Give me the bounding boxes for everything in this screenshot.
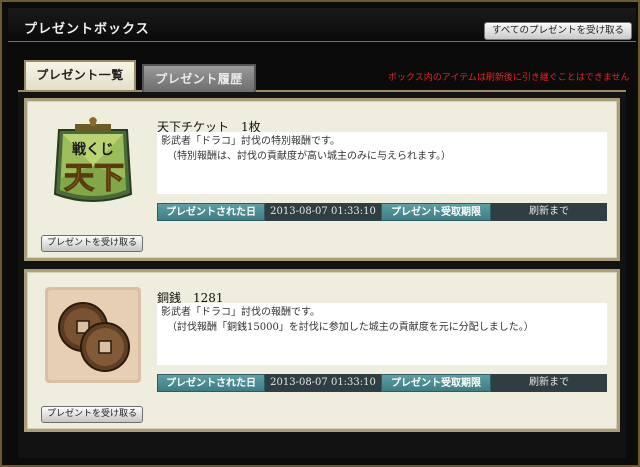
receive-all-button[interactable]: すべてのプレゼントを受け取る bbox=[484, 22, 632, 40]
tab-present-list[interactable]: プレゼント一覧 bbox=[24, 60, 136, 90]
header-bar: プレゼントボックス すべてのプレゼントを受け取る bbox=[8, 8, 636, 42]
present-card: 戦くじ 天下 天下チケット 1枚 影武者「ドラコ」討伐の特別報酬です。 （特別報… bbox=[24, 98, 620, 261]
sent-date-label: プレゼントされた日 bbox=[157, 203, 265, 221]
deadline-value: 刷新まで bbox=[491, 374, 607, 392]
present-card: 銅銭 1281 影武者「ドラコ」討伐の報酬です。 （討伐報酬「銅銭15000」を… bbox=[24, 269, 620, 432]
present-info-row: プレゼントされた日 2013-08-07 01:33:10 プレゼント受取期限 … bbox=[157, 374, 607, 392]
description-line: 影武者「ドラコ」討伐の特別報酬です。 bbox=[161, 136, 340, 147]
ticket-label-top: 戦くじ bbox=[72, 141, 114, 158]
item-description: 影武者「ドラコ」討伐の報酬です。 （討伐報酬「銅銭15000」を討伐に参加した城… bbox=[157, 303, 607, 365]
sent-date-value: 2013-08-07 01:33:10 bbox=[265, 374, 381, 392]
receive-present-button[interactable]: プレゼントを受け取る bbox=[41, 235, 143, 252]
copper-coins-icon bbox=[45, 287, 141, 383]
ticket-label-big: 天下 bbox=[64, 161, 124, 196]
deadline-label: プレゼント受取期限 bbox=[381, 203, 491, 221]
description-line: （討伐報酬「銅銭15000」を討伐に参加した城主の貢献度を元に分配しました。） bbox=[167, 322, 534, 333]
tab-present-history[interactable]: プレゼント履歴 bbox=[142, 64, 256, 92]
deadline-value: 刷新まで bbox=[491, 203, 607, 221]
description-line: 影武者「ドラコ」討伐の報酬です。 bbox=[161, 307, 320, 318]
item-description: 影武者「ドラコ」討伐の特別報酬です。 （特別報酬は、討伐の貢献度が高い城主のみに… bbox=[157, 132, 607, 194]
receive-present-button[interactable]: プレゼントを受け取る bbox=[41, 406, 143, 423]
present-box-window: プレゼントボックス すべてのプレゼントを受け取る プレゼント一覧 プレゼント履歴… bbox=[0, 0, 640, 467]
sent-date-value: 2013-08-07 01:33:10 bbox=[265, 203, 381, 221]
deadline-label: プレゼント受取期限 bbox=[381, 374, 491, 392]
tenka-ticket-icon: 戦くじ 天下 bbox=[45, 116, 141, 212]
present-info-row: プレゼントされた日 2013-08-07 01:33:10 プレゼント受取期限 … bbox=[157, 203, 607, 221]
sent-date-label: プレゼントされた日 bbox=[157, 374, 265, 392]
description-line: （特別報酬は、討伐の貢献度が高い城主のみに与えられます。） bbox=[167, 151, 451, 162]
carryover-notice: ボックス内のアイテムは刷新後に引き継ぐことはできません bbox=[388, 73, 630, 83]
page-title: プレゼントボックス bbox=[24, 22, 150, 37]
